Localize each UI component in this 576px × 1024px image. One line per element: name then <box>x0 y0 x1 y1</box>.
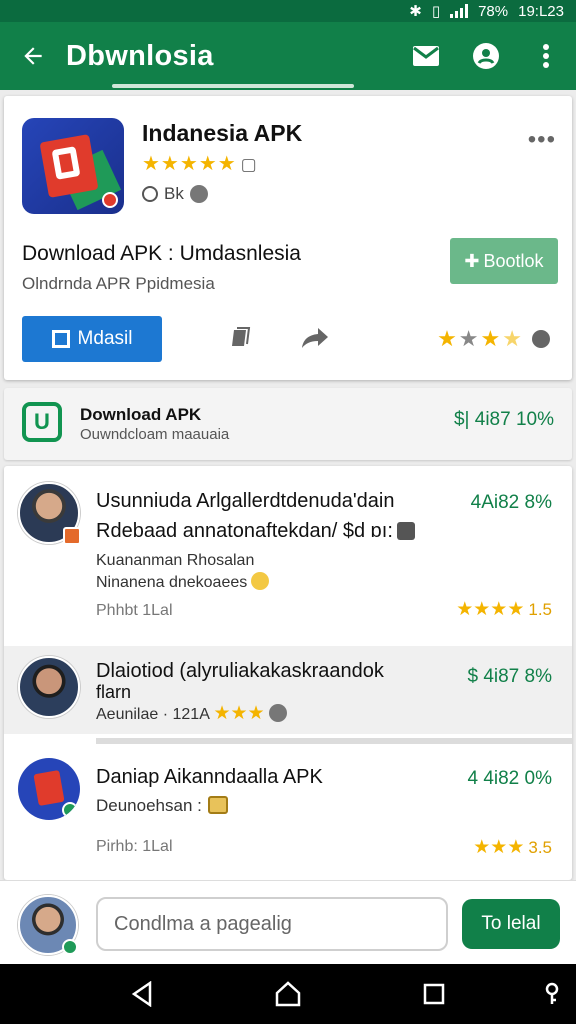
avatar <box>18 482 81 545</box>
post-rating: ★★★★ 1.5 <box>456 598 552 621</box>
overflow-menu-button[interactable] <box>516 22 576 90</box>
battery-level: 78% <box>478 2 509 20</box>
send-button[interactable]: To lelal <box>462 899 560 949</box>
download-bar-title: Download APK <box>80 405 202 424</box>
post-line2-text: Ninanena dnekoaees <box>96 574 248 591</box>
user-rating[interactable]: ★ ★ ★ ★ <box>437 326 550 352</box>
post-footer: Pirhb: 1Lal <box>96 838 173 855</box>
emoji-icon <box>251 572 270 590</box>
vibrate-icon: ▯ <box>431 3 441 20</box>
post-value: $ 4i87 8% <box>467 666 552 687</box>
bookmark-icon: ▢ <box>240 155 258 174</box>
post-meta: Aeunilae · 121A ★★★ <box>96 702 287 725</box>
post-rating-value: 3.5 <box>528 838 552 857</box>
app-size: Bk <box>164 184 184 203</box>
user-avatar[interactable] <box>18 895 78 955</box>
book-icon <box>51 330 70 348</box>
mail-button[interactable] <box>396 22 456 90</box>
app-avatar <box>18 758 80 820</box>
triangle-back-icon <box>131 981 152 1007</box>
download-bar[interactable]: U Download APK Ouwndcloam maauaia $| 4i8… <box>4 388 572 460</box>
post-rating-value: 1.5 <box>528 600 552 619</box>
post-meta-text: Aeunilae · 121A <box>96 706 209 723</box>
app-icon[interactable] <box>22 118 124 214</box>
post-rating: ★★★ 3.5 <box>473 836 552 859</box>
copy-icon[interactable] <box>228 326 252 350</box>
book-label: Bootlok <box>483 250 544 271</box>
feed-list: Usunniuda Arlgallerdtdenuda'dain Rdebaad… <box>4 466 572 880</box>
download-bar-subtitle: Ouwndcloam maauaia <box>80 426 230 443</box>
home-icon <box>275 981 301 1007</box>
post-value: 4Ai82 8% <box>470 492 552 513</box>
mail-icon <box>413 46 439 66</box>
gift-icon <box>207 796 228 814</box>
book-button[interactable]: ✚ Bootlok <box>450 238 558 284</box>
clock: 19:L23 <box>518 2 564 20</box>
post-title: Usunniuda Arlgallerdtdenuda'dain <box>96 490 395 512</box>
back-button[interactable] <box>0 22 66 90</box>
more-vert-icon <box>543 44 549 68</box>
mod-label: Mdasil <box>77 328 133 349</box>
status-bar: ✱ ▯ 78% 19:L23 <box>0 0 576 22</box>
signal-icon <box>450 4 469 18</box>
list-item[interactable]: Dlaiotiod (alyruliakakaskraandok flarn A… <box>4 646 572 740</box>
key-icon <box>545 982 559 1004</box>
post-stars: ★★★ <box>473 837 525 858</box>
post-line1: Kuananman Rhosalan <box>96 552 255 569</box>
app-bar: Dbwnlosia <box>0 22 576 90</box>
app-card: Indanesia APK ★★★★★ ▢ Bk ••• Download APK… <box>4 96 572 380</box>
nav-home-button[interactable] <box>272 978 304 1010</box>
account-button[interactable] <box>456 22 516 90</box>
refresh-icon <box>532 330 550 348</box>
message-input[interactable]: Condlma a pagealig <box>96 897 448 951</box>
post-title-line2: flarn <box>96 682 132 702</box>
recents-icon <box>423 983 445 1005</box>
avatar <box>18 656 80 718</box>
system-nav-bar <box>0 964 576 1024</box>
refresh-icon <box>268 704 287 722</box>
post-stars: ★★★★ <box>456 599 525 620</box>
update-icon: U <box>22 402 62 442</box>
post-title: Dlaiotiod (alyruliakakaskraandok <box>96 660 384 682</box>
app-meta: Bk <box>142 184 208 204</box>
post-footer: Phhbt 1Lal <box>96 602 173 619</box>
plus-icon: ✚ <box>464 250 480 271</box>
list-item[interactable]: Daniap Aikanndaalla APK Deunoehsan : Pir… <box>4 744 572 880</box>
account-icon <box>473 43 499 69</box>
globe-icon <box>189 185 208 203</box>
download-bar-value: $| 4i87 10% <box>453 409 554 430</box>
tab-indicator <box>112 84 354 88</box>
post-title-2: Rdebaad annatonaftekdan/ $d ɒı: <box>96 520 393 542</box>
arrow-back-icon <box>24 47 42 65</box>
composer-bar: Condlma a pagealig To lelal <box>0 880 576 964</box>
post-line2: Ninanena dnekoaees <box>96 572 270 592</box>
clock-icon <box>142 186 158 202</box>
bluetooth-icon: ✱ <box>409 3 422 20</box>
nav-back-button[interactable] <box>126 978 158 1010</box>
more-options-button[interactable]: ••• <box>528 126 556 154</box>
app-name: Indanesia APK <box>142 120 303 146</box>
stars-text: ★★★★★ <box>142 153 237 175</box>
post-value: 4 4i82 0% <box>467 768 552 789</box>
nav-recents-button[interactable] <box>418 978 450 1010</box>
image-icon <box>396 522 415 540</box>
page-title: Dbwnlosia <box>66 39 214 72</box>
post-line1: Deunoehsan : <box>96 796 228 816</box>
download-subtitle: Olndrnda APR Ppidmesia <box>22 274 215 293</box>
app-rating-stars: ★★★★★ ▢ <box>142 151 258 176</box>
mod-button[interactable]: Mdasil <box>22 316 162 362</box>
download-title: Download APK : Umdasnlesia <box>22 242 301 265</box>
post-title: Daniap Aikanndaalla APK <box>96 766 323 788</box>
share-icon[interactable] <box>300 326 330 350</box>
post-title-line2: Rdebaad annatonaftekdan/ $d ɒı: <box>96 520 415 543</box>
nav-assist-button[interactable] <box>536 978 568 1010</box>
post-stars: ★★★ <box>213 703 265 724</box>
post-line1-text: Deunoehsan : <box>96 796 202 815</box>
list-item[interactable]: Usunniuda Arlgallerdtdenuda'dain Rdebaad… <box>4 466 572 646</box>
